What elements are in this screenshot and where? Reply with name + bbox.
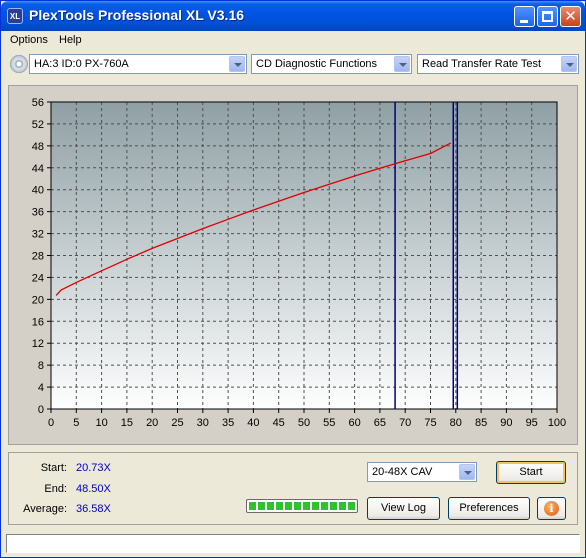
x-tick-label: 35 bbox=[222, 417, 234, 429]
function-select-value: CD Diagnostic Functions bbox=[256, 58, 378, 70]
maximize-button[interactable] bbox=[537, 6, 558, 27]
progress-bar bbox=[246, 499, 358, 513]
x-tick-label: 75 bbox=[424, 417, 436, 429]
menu-help[interactable]: Help bbox=[59, 34, 82, 46]
x-tick-label: 40 bbox=[247, 417, 259, 429]
x-tick-label: 95 bbox=[526, 417, 538, 429]
start-button[interactable]: Start bbox=[496, 461, 566, 484]
status-bar bbox=[6, 534, 580, 553]
maximize-icon bbox=[542, 11, 553, 22]
app-logo-icon: XL bbox=[7, 8, 23, 24]
x-tick-label: 20 bbox=[146, 417, 158, 429]
x-tick-label: 15 bbox=[121, 417, 133, 429]
x-tick-label: 45 bbox=[273, 417, 285, 429]
drive-select[interactable]: HA:3 ID:0 PX-760A bbox=[29, 54, 247, 74]
chevron-down-icon bbox=[399, 63, 407, 67]
y-tick-label: 12 bbox=[32, 338, 44, 350]
function-select[interactable]: CD Diagnostic Functions bbox=[251, 54, 412, 74]
test-select-value: Read Transfer Rate Test bbox=[422, 58, 542, 70]
title-bar[interactable]: XL PlexTools Professional XL V3.16 ✕ bbox=[1, 1, 585, 31]
window-title: PlexTools Professional XL V3.16 bbox=[29, 7, 245, 23]
toolbar: HA:3 ID:0 PX-760A CD Diagnostic Function… bbox=[1, 50, 585, 80]
progress-fill bbox=[249, 502, 355, 510]
x-tick-label: 70 bbox=[399, 417, 411, 429]
speed-select[interactable]: 20-48X CAV bbox=[367, 462, 477, 482]
info-button[interactable]: i bbox=[537, 497, 566, 520]
app-window: XL PlexTools Professional XL V3.16 ✕ Opt… bbox=[0, 0, 586, 558]
menu-options[interactable]: Options bbox=[10, 34, 48, 46]
y-tick-label: 24 bbox=[32, 272, 44, 284]
chevron-down-icon bbox=[234, 63, 242, 67]
transfer-rate-chart-panel: 0 5 10 15 20 25 30 35 40 45 50 55 60 65 70 75 80 85 90 95 10… bbox=[8, 85, 578, 445]
x-tick-label: 5 bbox=[73, 417, 79, 429]
x-tick-label: 30 bbox=[197, 417, 209, 429]
x-tick-label: 0 bbox=[48, 417, 54, 429]
test-dropdown-button[interactable] bbox=[561, 56, 577, 72]
y-tick-label: 48 bbox=[32, 141, 44, 153]
y-tick-label: 44 bbox=[32, 163, 44, 175]
view-log-button[interactable]: View Log bbox=[367, 497, 440, 520]
test-select[interactable]: Read Transfer Rate Test bbox=[417, 54, 579, 74]
x-tick-label: 100 bbox=[548, 417, 566, 429]
end-value: 48.50X bbox=[76, 483, 111, 495]
info-icon: i bbox=[544, 501, 559, 516]
y-tick-label: 40 bbox=[32, 185, 44, 197]
transfer-rate-chart: 0 5 10 15 20 25 30 35 40 45 50 55 60 65 70 75 80 85 90 95 10… bbox=[32, 97, 566, 429]
y-tick-label: 56 bbox=[32, 97, 44, 109]
y-tick-label: 4 bbox=[38, 382, 44, 394]
x-tick-label: 80 bbox=[450, 417, 462, 429]
end-label: End: bbox=[44, 483, 67, 495]
x-tick-label: 55 bbox=[323, 417, 335, 429]
x-tick-label: 90 bbox=[500, 417, 512, 429]
y-tick-label: 20 bbox=[32, 294, 44, 306]
chevron-down-icon bbox=[464, 471, 472, 475]
y-tick-label: 16 bbox=[32, 316, 44, 328]
average-value: 36.58X bbox=[76, 503, 111, 515]
y-tick-label: 8 bbox=[38, 360, 44, 372]
chevron-down-icon bbox=[566, 63, 574, 67]
x-tick-label: 25 bbox=[171, 417, 183, 429]
average-label: Average: bbox=[23, 503, 67, 515]
x-tick-label: 85 bbox=[475, 417, 487, 429]
drive-select-value: HA:3 ID:0 PX-760A bbox=[34, 58, 129, 70]
x-tick-label: 10 bbox=[95, 417, 107, 429]
minimize-icon bbox=[520, 20, 528, 23]
speed-select-value: 20-48X CAV bbox=[372, 466, 433, 478]
function-dropdown-button[interactable] bbox=[394, 56, 410, 72]
speed-dropdown-button[interactable] bbox=[459, 464, 475, 480]
disc-drive-icon bbox=[10, 55, 28, 73]
y-tick-label: 0 bbox=[38, 404, 44, 416]
y-tick-label: 52 bbox=[32, 119, 44, 131]
close-icon: ✕ bbox=[564, 8, 577, 25]
preferences-button[interactable]: Preferences bbox=[448, 497, 530, 520]
y-tick-label: 28 bbox=[32, 251, 44, 263]
x-tick-label: 65 bbox=[374, 417, 386, 429]
y-tick-label: 32 bbox=[32, 229, 44, 241]
drive-dropdown-button[interactable] bbox=[229, 56, 245, 72]
results-panel: Start: 20.73X End: 48.50X Average: 36.58… bbox=[8, 452, 578, 525]
y-tick-label: 36 bbox=[32, 207, 44, 219]
close-button[interactable]: ✕ bbox=[560, 6, 581, 27]
minimize-button[interactable] bbox=[514, 6, 535, 27]
start-label: Start: bbox=[40, 462, 67, 474]
menu-bar: Options Help bbox=[1, 31, 585, 50]
x-tick-label: 50 bbox=[298, 417, 310, 429]
start-value: 20.73X bbox=[76, 462, 111, 474]
x-tick-label: 60 bbox=[348, 417, 360, 429]
